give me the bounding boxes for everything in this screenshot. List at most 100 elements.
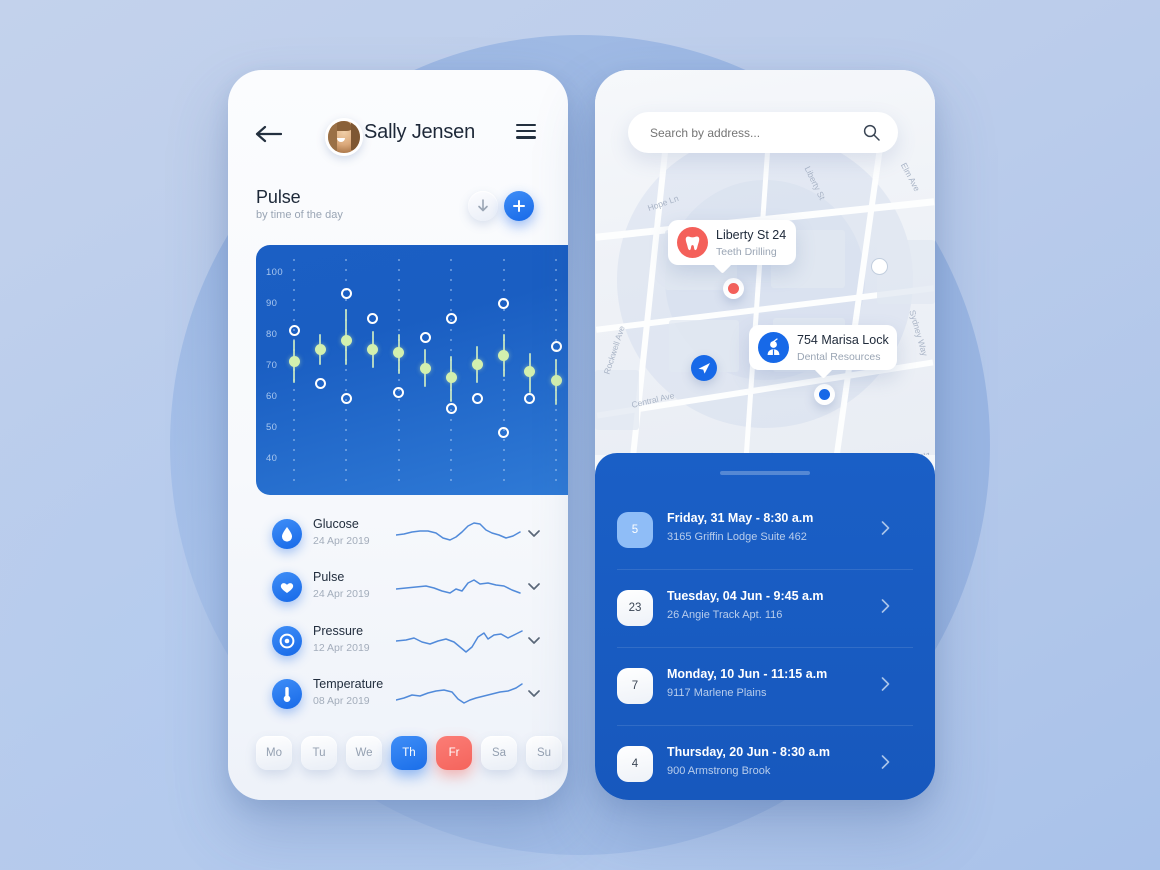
chart-high-point — [498, 297, 510, 309]
appointment-address: 9117 Marlene Plains — [667, 687, 767, 699]
dentist-user-icon — [758, 332, 789, 363]
chevron-right-icon[interactable] — [881, 677, 890, 691]
metric-row-pressure[interactable]: Pressure 12 Apr 2019 — [256, 617, 568, 668]
map-card-liberty[interactable]: Liberty St 24 Teeth Drilling — [668, 220, 796, 274]
chart-median-point — [393, 347, 405, 359]
chart-low-point — [340, 393, 352, 405]
metric-row-glucose[interactable]: Glucose 24 Apr 2019 — [256, 510, 568, 561]
appointment-title: Tuesday, 04 Jun - 9:45 a.m — [667, 589, 824, 603]
tooth-icon — [677, 227, 708, 258]
chart-median-point — [367, 343, 379, 355]
download-arrow-icon — [478, 199, 488, 212]
metric-name: Glucose — [313, 517, 359, 531]
chart-median-point — [314, 343, 326, 355]
chart-median-point — [340, 334, 352, 346]
heart-icon — [272, 572, 302, 602]
chart-low-point — [498, 427, 510, 439]
section-subtitle: by time of the day — [256, 209, 343, 221]
chevron-right-icon[interactable] — [881, 599, 890, 613]
navigation-arrow-marker[interactable] — [691, 355, 717, 381]
chart-low-point — [524, 393, 536, 405]
map-card-subtitle: Dental Resources — [797, 351, 881, 363]
day-label: Mo — [266, 747, 282, 759]
download-button[interactable] — [468, 191, 498, 221]
chart-low-point — [471, 393, 483, 405]
chart-median-point — [524, 365, 536, 377]
red-location-dot[interactable] — [723, 278, 744, 299]
metric-row-temperature[interactable]: Temperature 08 Apr 2019 — [256, 670, 568, 721]
empty-location-dot[interactable] — [871, 258, 888, 275]
chart-high-point — [367, 313, 379, 325]
appointment-address: 3165 Griffin Lodge Suite 462 — [667, 531, 807, 543]
chevron-right-icon[interactable] — [881, 755, 890, 769]
search-icon[interactable] — [863, 124, 880, 141]
page-title: Sally Jensen — [364, 121, 475, 143]
thermometer-icon — [272, 679, 302, 709]
map-card-title: Liberty St 24 — [716, 228, 787, 242]
day-selector[interactable]: Mo Tu We Th Fr Sa Su — [256, 736, 568, 784]
chevron-down-icon[interactable] — [528, 690, 540, 697]
appointment-day-number: 23 — [628, 602, 642, 614]
day-label: Tu — [312, 747, 326, 759]
appointment-title: Thursday, 20 Jun - 8:30 a.m — [667, 745, 831, 759]
metric-sparkline — [396, 683, 523, 704]
appointment-row[interactable]: 5 Friday, 31 May - 8:30 a.m 3165 Griffin L… — [595, 491, 935, 569]
metric-sparkline — [396, 630, 523, 653]
avatar[interactable] — [325, 118, 363, 156]
day-label: Sa — [491, 747, 507, 759]
hamburger-menu-icon[interactable] — [516, 124, 536, 139]
droplet-icon — [272, 519, 302, 549]
appointment-address: 26 Angie Track Apt. 116 — [667, 609, 783, 621]
chart-median-point — [471, 359, 483, 371]
chart-median-point — [550, 374, 562, 386]
chart-y-tick: 90 — [266, 298, 278, 310]
day-button-we[interactable]: We — [346, 736, 382, 770]
appointment-day-badge: 5 — [617, 512, 653, 548]
day-button-sa[interactable]: Sa — [481, 736, 517, 770]
appointment-row[interactable]: 7 Monday, 10 Jun - 11:15 a.m 9117 Marlene … — [595, 647, 935, 725]
day-button-tu[interactable]: Tu — [301, 736, 337, 770]
metric-name: Pressure — [313, 624, 364, 638]
chevron-right-icon[interactable] — [881, 521, 890, 535]
day-button-su[interactable]: Su — [526, 736, 562, 770]
section-title: Pulse — [256, 187, 301, 207]
chart-y-tick: 40 — [266, 452, 278, 464]
chart-median-point — [419, 362, 431, 374]
appointment-day-number: 7 — [631, 680, 639, 692]
appointment-address: 900 Armstrong Brook — [667, 765, 771, 777]
drag-handle[interactable] — [720, 471, 810, 475]
metric-sparkline — [396, 522, 521, 541]
divider — [617, 647, 913, 648]
chevron-down-icon[interactable] — [528, 583, 540, 590]
search-bar[interactable] — [628, 112, 898, 153]
metric-name: Pulse — [313, 570, 345, 584]
gauge-icon — [272, 626, 302, 656]
back-arrow-icon[interactable] — [254, 122, 282, 146]
chart-high-point — [550, 340, 562, 352]
day-button-fr[interactable]: Fr — [436, 736, 472, 770]
chevron-down-icon[interactable] — [528, 530, 540, 537]
blue-location-dot[interactable] — [814, 384, 835, 405]
metric-row-pulse[interactable]: Pulse 24 Apr 2019 — [256, 563, 568, 614]
day-label: Th — [402, 747, 416, 759]
day-label: Su — [536, 747, 552, 759]
appointment-row[interactable]: 23 Tuesday, 04 Jun - 9:45 a.m 26 Angie Tra… — [595, 569, 935, 647]
day-button-th[interactable]: Th — [391, 736, 427, 770]
metric-date: 08 Apr 2019 — [313, 695, 370, 707]
chart-y-tick: 60 — [266, 390, 278, 402]
day-button-mo[interactable]: Mo — [256, 736, 292, 770]
search-input[interactable] — [648, 125, 847, 141]
map-card-marisa[interactable]: 754 Marisa Lock Dental Resources — [749, 325, 897, 379]
map-street-label: Elm Ave — [898, 160, 923, 194]
chevron-down-icon[interactable] — [528, 637, 540, 644]
chart-high-point — [445, 313, 457, 325]
pulse-chart[interactable]: 100 90 80 70 60 50 40 — [256, 245, 568, 495]
metric-date: 24 Apr 2019 — [313, 588, 370, 600]
chart-low-point — [393, 387, 405, 399]
day-label: Fr — [448, 747, 460, 759]
metric-name: Temperature — [313, 677, 384, 691]
appointment-row[interactable]: 4 Thursday, 20 Jun - 8:30 a.m 900 Armstron… — [595, 725, 935, 800]
add-button[interactable] — [504, 191, 534, 221]
divider — [617, 725, 913, 726]
metric-sparkline — [396, 579, 521, 594]
